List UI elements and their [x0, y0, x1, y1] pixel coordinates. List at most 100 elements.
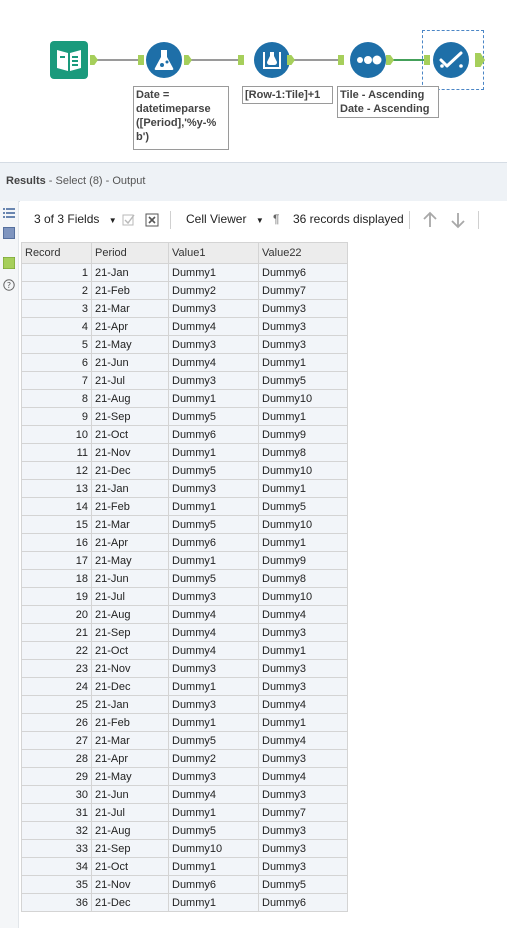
column-header-value1[interactable]: Value1: [168, 242, 259, 264]
cell-value22[interactable]: Dummy1: [258, 713, 348, 732]
cell-record[interactable]: 31: [21, 803, 92, 822]
cell-value22[interactable]: Dummy3: [258, 623, 348, 642]
cell-value1[interactable]: Dummy3: [168, 299, 259, 318]
arrow-down-icon[interactable]: [450, 211, 466, 229]
checkbox-icon[interactable]: [122, 213, 136, 227]
column-header-value22[interactable]: Value22: [258, 242, 348, 264]
cell-period[interactable]: 21-Jul: [91, 587, 169, 606]
cell-value22[interactable]: Dummy4: [258, 731, 348, 750]
arrow-up-icon[interactable]: [422, 211, 438, 229]
cell-value22[interactable]: Dummy9: [258, 551, 348, 570]
table-row[interactable]: 15 21-Mar Dummy5 Dummy10: [21, 515, 348, 534]
cell-period[interactable]: 21-Dec: [91, 893, 169, 912]
cell-value1[interactable]: Dummy1: [168, 677, 259, 696]
formula-output-anchor[interactable]: [184, 55, 192, 65]
cell-value1[interactable]: Dummy4: [168, 785, 259, 804]
cell-period[interactable]: 21-May: [91, 767, 169, 786]
cell-period[interactable]: 21-Sep: [91, 839, 169, 858]
cell-value1[interactable]: Dummy3: [168, 659, 259, 678]
cell-period[interactable]: 21-Jul: [91, 803, 169, 822]
cell-period[interactable]: 21-Jun: [91, 785, 169, 804]
table-row[interactable]: 17 21-May Dummy1 Dummy9: [21, 551, 348, 570]
cell-value22[interactable]: Dummy3: [258, 821, 348, 840]
cell-value22[interactable]: Dummy8: [258, 443, 348, 462]
cell-value1[interactable]: Dummy5: [168, 569, 259, 588]
cell-value1[interactable]: Dummy3: [168, 371, 259, 390]
input-tool[interactable]: [50, 41, 88, 79]
table-row[interactable]: 20 21-Aug Dummy4 Dummy4: [21, 605, 348, 624]
cell-value22[interactable]: Dummy4: [258, 767, 348, 786]
table-row[interactable]: 10 21-Oct Dummy6 Dummy9: [21, 425, 348, 444]
cell-value1[interactable]: Dummy1: [168, 551, 259, 570]
cell-value1[interactable]: Dummy3: [168, 587, 259, 606]
cell-record[interactable]: 20: [21, 605, 92, 624]
cell-value1[interactable]: Dummy6: [168, 425, 259, 444]
cell-value1[interactable]: Dummy4: [168, 353, 259, 372]
cell-value22[interactable]: Dummy9: [258, 425, 348, 444]
table-row[interactable]: 35 21-Nov Dummy6 Dummy5: [21, 875, 348, 894]
table-row[interactable]: 23 21-Nov Dummy3 Dummy3: [21, 659, 348, 678]
cell-value22[interactable]: Dummy1: [258, 407, 348, 426]
table-row[interactable]: 2 21-Feb Dummy2 Dummy7: [21, 281, 348, 300]
table-row[interactable]: 28 21-Apr Dummy2 Dummy3: [21, 749, 348, 768]
cell-value1[interactable]: Dummy1: [168, 803, 259, 822]
table-row[interactable]: 19 21-Jul Dummy3 Dummy10: [21, 587, 348, 606]
cell-value1[interactable]: Dummy6: [168, 875, 259, 894]
cell-record[interactable]: 33: [21, 839, 92, 858]
cell-period[interactable]: 21-Mar: [91, 731, 169, 750]
table-row[interactable]: 32 21-Aug Dummy5 Dummy3: [21, 821, 348, 840]
table-row[interactable]: 8 21-Aug Dummy1 Dummy10: [21, 389, 348, 408]
column-header-period[interactable]: Period: [91, 242, 169, 264]
cell-value1[interactable]: Dummy1: [168, 443, 259, 462]
cell-record[interactable]: 27: [21, 731, 92, 750]
cell-value1[interactable]: Dummy6: [168, 533, 259, 552]
cell-viewer-dropdown[interactable]: Cell Viewer ▼: [186, 212, 264, 226]
workflow-canvas[interactable]: Date = datetimeparse ([Period],'%y-% b')…: [0, 0, 507, 162]
input-output-anchor[interactable]: [90, 55, 98, 65]
cell-value1[interactable]: Dummy5: [168, 407, 259, 426]
cell-value1[interactable]: Dummy5: [168, 461, 259, 480]
list-icon[interactable]: [3, 207, 15, 219]
cell-period[interactable]: 21-Nov: [91, 875, 169, 894]
column-header-record[interactable]: Record: [21, 242, 92, 264]
table-row[interactable]: 34 21-Oct Dummy1 Dummy3: [21, 857, 348, 876]
select-tool[interactable]: [433, 42, 469, 78]
cell-value22[interactable]: Dummy1: [258, 353, 348, 372]
table-row[interactable]: 31 21-Jul Dummy1 Dummy7: [21, 803, 348, 822]
cell-period[interactable]: 21-Oct: [91, 857, 169, 876]
cell-period[interactable]: 21-Feb: [91, 281, 169, 300]
cell-value22[interactable]: Dummy1: [258, 479, 348, 498]
cell-record[interactable]: 11: [21, 443, 92, 462]
cell-value22[interactable]: Dummy7: [258, 281, 348, 300]
cell-period[interactable]: 21-Sep: [91, 407, 169, 426]
table-row[interactable]: 14 21-Feb Dummy1 Dummy5: [21, 497, 348, 516]
cell-value1[interactable]: Dummy3: [168, 767, 259, 786]
cell-period[interactable]: 21-May: [91, 551, 169, 570]
cell-record[interactable]: 16: [21, 533, 92, 552]
table-row[interactable]: 27 21-Mar Dummy5 Dummy4: [21, 731, 348, 750]
cell-period[interactable]: 21-Nov: [91, 659, 169, 678]
cell-value22[interactable]: Dummy5: [258, 371, 348, 390]
cell-record[interactable]: 7: [21, 371, 92, 390]
cell-value1[interactable]: Dummy3: [168, 479, 259, 498]
table-row[interactable]: 7 21-Jul Dummy3 Dummy5: [21, 371, 348, 390]
table-row[interactable]: 3 21-Mar Dummy3 Dummy3: [21, 299, 348, 318]
cell-value1[interactable]: Dummy4: [168, 605, 259, 624]
help-icon[interactable]: ?: [3, 279, 15, 291]
table-row[interactable]: 29 21-May Dummy3 Dummy4: [21, 767, 348, 786]
fields-dropdown[interactable]: 3 of 3 Fields ▼: [34, 212, 117, 226]
cell-value22[interactable]: Dummy3: [258, 299, 348, 318]
formula-input-anchor[interactable]: [138, 55, 144, 65]
table-row[interactable]: 22 21-Oct Dummy4 Dummy1: [21, 641, 348, 660]
cell-value22[interactable]: Dummy3: [258, 857, 348, 876]
sort-output-anchor[interactable]: [386, 55, 394, 65]
cell-value1[interactable]: Dummy4: [168, 623, 259, 642]
cell-value22[interactable]: Dummy4: [258, 605, 348, 624]
table-row[interactable]: 30 21-Jun Dummy4 Dummy3: [21, 785, 348, 804]
cell-period[interactable]: 21-Jan: [91, 479, 169, 498]
sort-input-anchor[interactable]: [338, 55, 344, 65]
cell-value1[interactable]: Dummy1: [168, 389, 259, 408]
multirow-output-anchor[interactable]: [287, 55, 295, 65]
cell-value22[interactable]: Dummy6: [258, 893, 348, 912]
cell-period[interactable]: 21-Apr: [91, 749, 169, 768]
